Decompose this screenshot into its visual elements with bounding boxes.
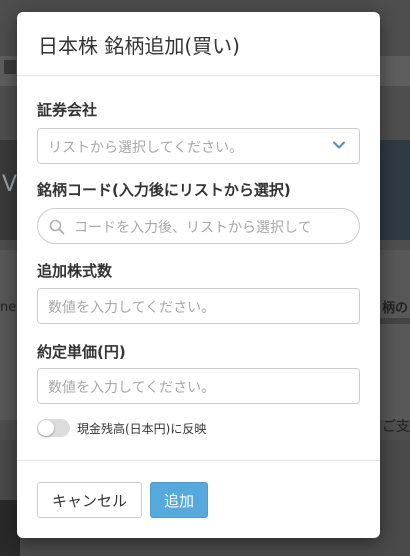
securities-company-select[interactable]: リストから選択してください。 <box>37 128 360 164</box>
background-text-ne: ne <box>0 300 17 315</box>
additional-shares-label: 追加株式数 <box>37 262 113 280</box>
stock-code-label: 銘柄コード(入力後にリストから選択) <box>37 181 291 199</box>
background-line <box>380 318 410 324</box>
additional-shares-placeholder: 数値を入力してください。 <box>48 300 216 316</box>
contract-price-placeholder: 数値を入力してください。 <box>48 380 216 396</box>
stock-code-search-input[interactable]: コードを入力後、リストから選択して <box>37 208 360 244</box>
contract-price-label: 約定単価(円) <box>37 343 126 361</box>
add-button[interactable]: 追加 <box>150 482 208 518</box>
cash-balance-toggle-label: 現金残高(日本円)に反映 <box>77 422 207 436</box>
modal-title: 日本株 銘柄追加(買い) <box>38 34 240 58</box>
background-icon <box>4 60 16 74</box>
add-stock-modal: 日本株 銘柄追加(買い) 証券会社 リストから選択してください。 銘柄コード(入… <box>17 12 380 538</box>
background-text-goshi: ご支 <box>382 419 410 435</box>
securities-company-placeholder: リストから選択してください。 <box>48 140 244 156</box>
search-icon <box>49 219 65 235</box>
background-banner-right <box>380 140 410 240</box>
cancel-button[interactable]: キャンセル <box>37 482 142 518</box>
chevron-down-icon <box>333 141 345 149</box>
toggle-knob <box>38 420 54 436</box>
cash-balance-toggle[interactable] <box>37 419 70 437</box>
additional-shares-input[interactable]: 数値を入力してください。 <box>37 288 360 324</box>
contract-price-input[interactable]: 数値を入力してください。 <box>37 368 360 404</box>
stock-code-placeholder: コードを入力後、リストから選択して <box>74 220 312 236</box>
modal-footer: キャンセル 追加 <box>17 460 380 538</box>
background-text-gara: 柄の <box>382 301 409 316</box>
securities-company-label: 証券会社 <box>37 101 98 119</box>
modal-header: 日本株 銘柄追加(買い) <box>17 12 380 76</box>
